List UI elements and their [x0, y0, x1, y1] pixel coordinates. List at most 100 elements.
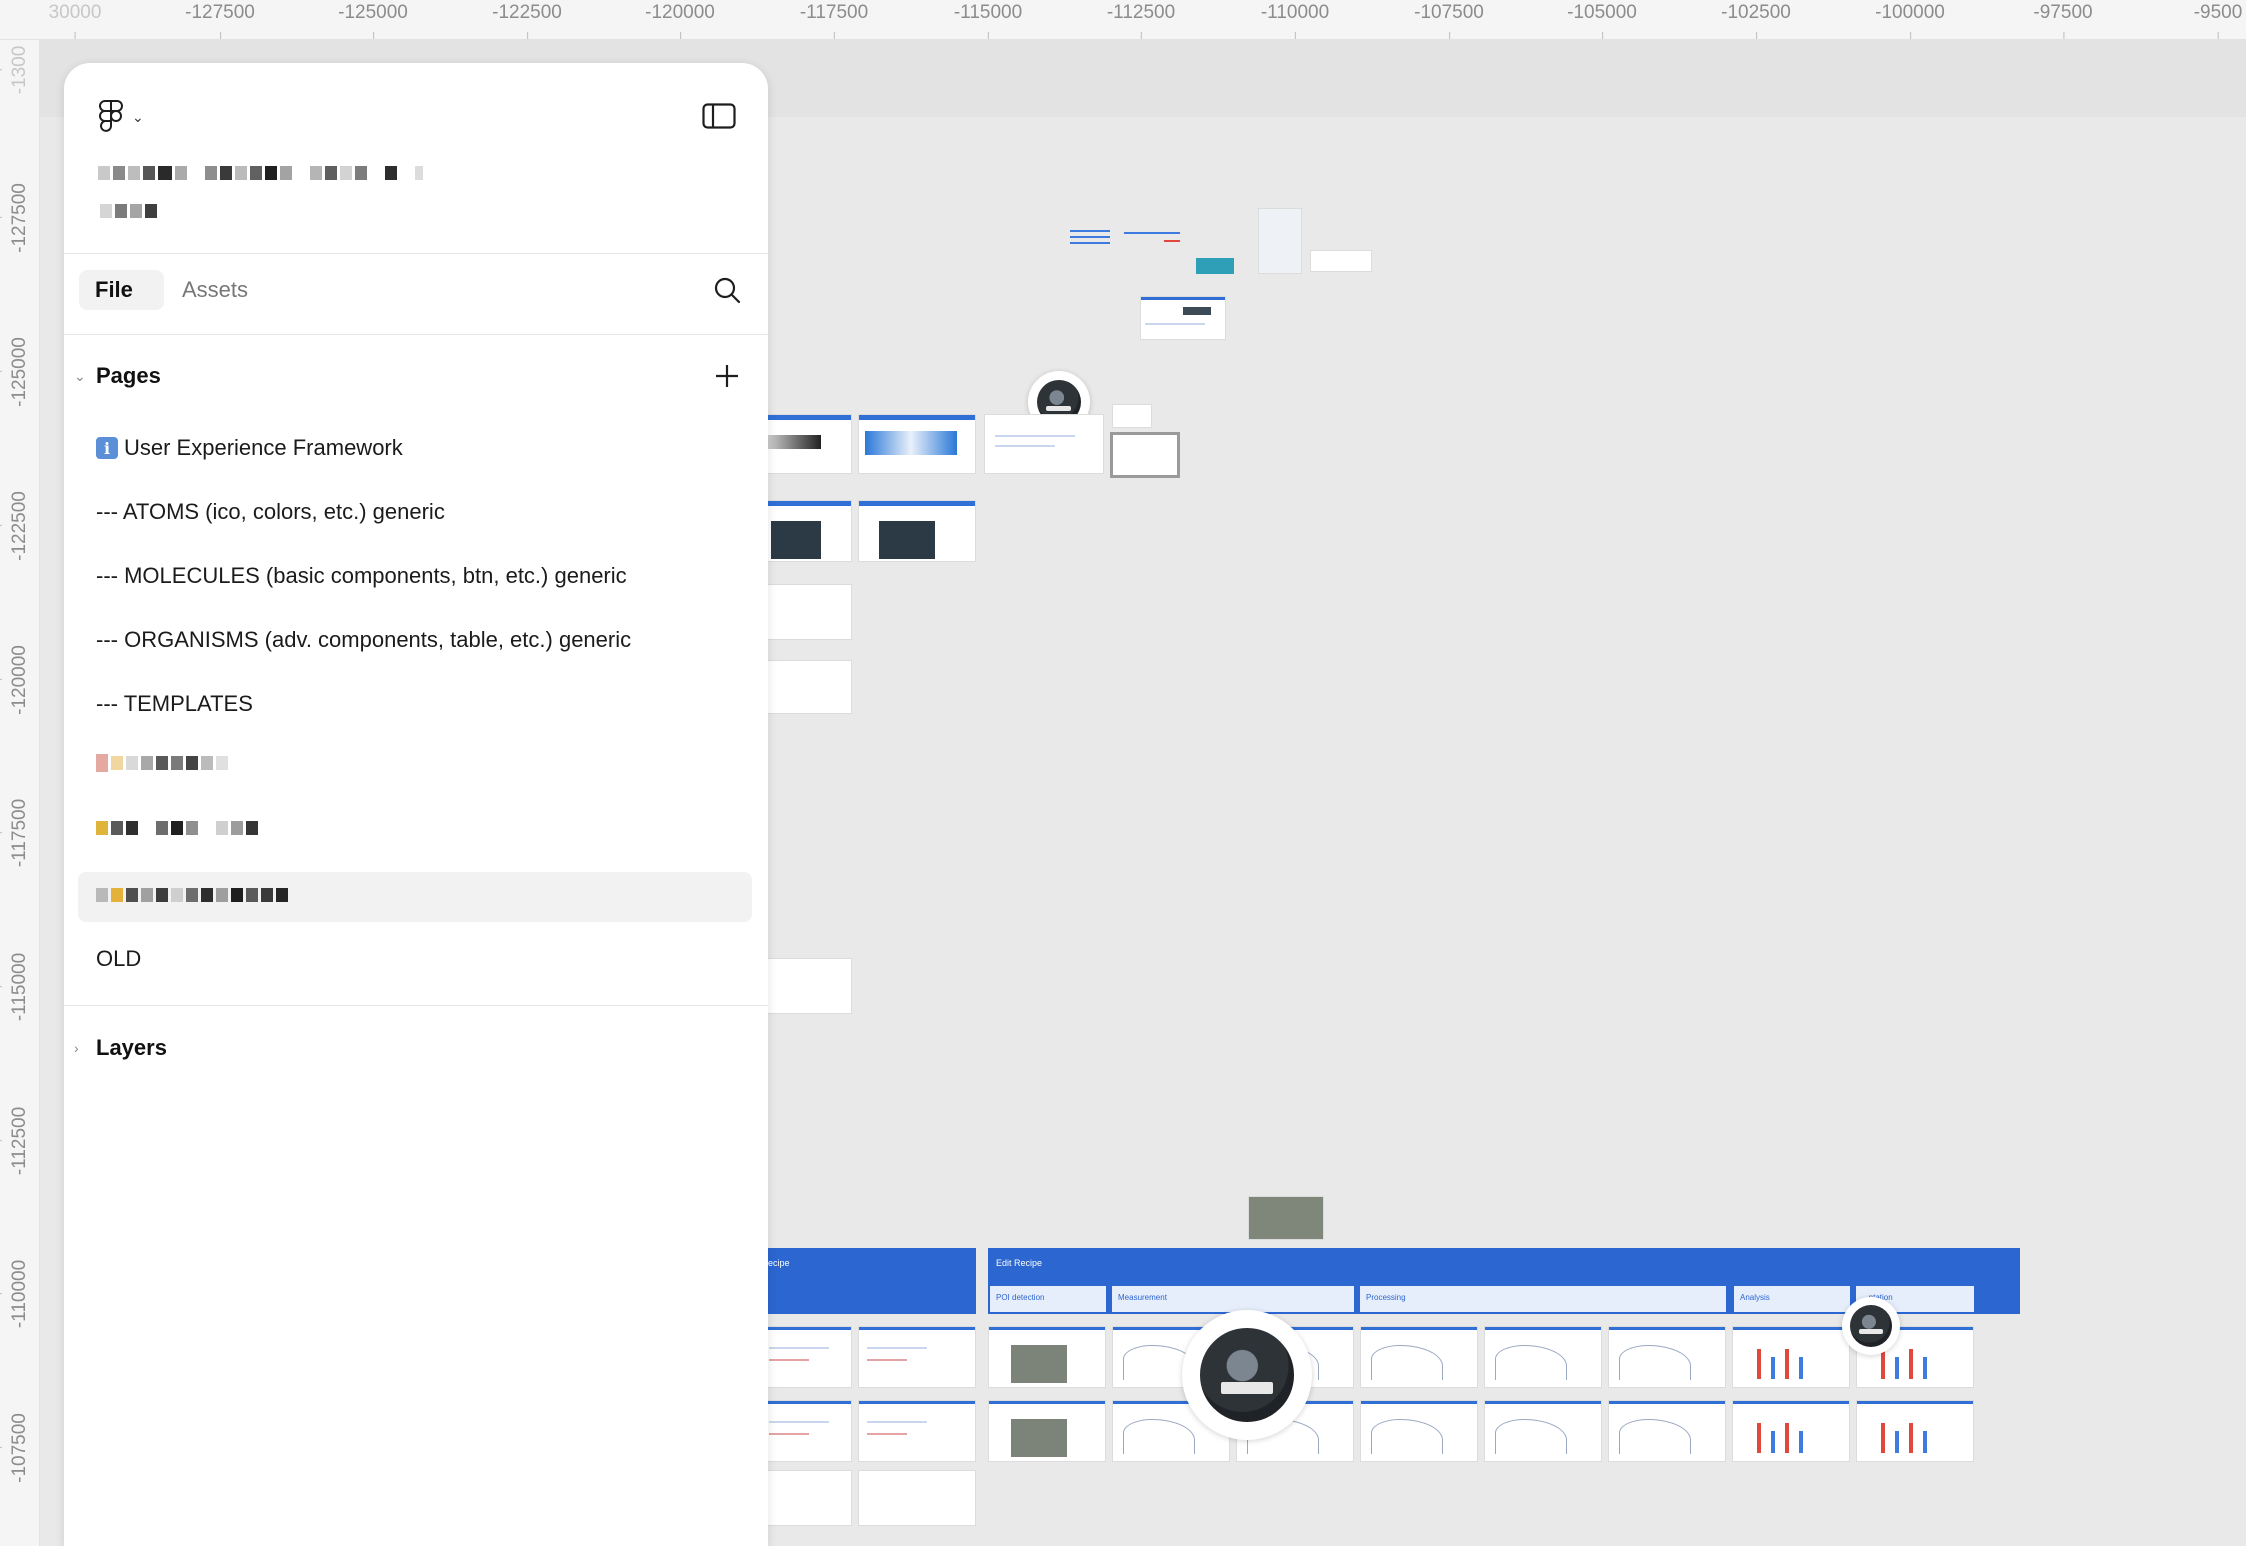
section-band[interactable]: Processing [1360, 1286, 1726, 1312]
section-band[interactable]: POI detection [990, 1286, 1106, 1312]
ruler-tick: -112500 [1106, 2, 1176, 39]
layers-label: Layers [96, 1035, 167, 1060]
layers-section-header[interactable]: › Layers [64, 1028, 768, 1068]
page-item-redacted[interactable] [96, 818, 258, 838]
divider [64, 1005, 768, 1006]
page-label: User Experience Framework [124, 435, 403, 460]
canvas-frame[interactable] [1484, 1326, 1602, 1388]
canvas-frame[interactable] [760, 1400, 852, 1462]
canvas-frame[interactable] [760, 958, 852, 1014]
section-band[interactable]: Analysis [1734, 1286, 1850, 1312]
page-item-redacted-selected[interactable] [96, 885, 288, 905]
page-item-atoms[interactable]: --- ATOMS (ico, colors, etc.) generic [96, 492, 445, 532]
ruler-tick: -107500 [9, 1413, 30, 1483]
chevron-right-icon: › [74, 1040, 79, 1056]
canvas-frame[interactable] [1732, 1326, 1850, 1388]
collaborator-avatar[interactable] [1842, 1297, 1900, 1355]
page-item-user-experience-framework[interactable]: i User Experience Framework [96, 428, 403, 468]
ruler-tick: -120000 [645, 2, 715, 39]
canvas-frame[interactable] [1140, 296, 1226, 340]
canvas-frame[interactable] [1484, 1400, 1602, 1462]
ruler-tick: -1300 [9, 45, 30, 95]
canvas-frame[interactable] [1360, 1400, 1478, 1462]
pages-label: Pages [96, 363, 161, 388]
ruler-tick: -110000 [1260, 2, 1330, 39]
canvas-frame[interactable] [1196, 258, 1234, 274]
ruler-tick: 30000 [48, 2, 102, 39]
ruler-tick: -115000 [9, 952, 30, 1022]
canvas-image[interactable] [1248, 1196, 1324, 1240]
pages-section-header[interactable]: ⌄ Pages [64, 356, 768, 396]
search-icon [714, 277, 741, 304]
page-item-molecules[interactable]: --- MOLECULES (basic components, btn, et… [96, 556, 627, 596]
ruler-tick: -105000 [1567, 2, 1637, 39]
canvas-frame[interactable] [1360, 1326, 1478, 1388]
ruler-tick: -127500 [185, 2, 255, 39]
page-item-redacted[interactable] [96, 753, 228, 773]
ruler-tick: -117500 [9, 798, 30, 868]
chevron-down-icon: ⌄ [132, 108, 144, 125]
main-menu-button[interactable]: ⌄ [98, 95, 160, 139]
canvas-frame[interactable] [760, 1326, 852, 1388]
ruler-tick: -117500 [799, 2, 869, 39]
canvas-frame[interactable] [760, 1470, 852, 1526]
canvas-frame[interactable] [858, 414, 976, 474]
canvas-frame[interactable] [858, 500, 976, 562]
band-title: Edit Recipe [996, 1258, 1043, 1268]
page-item-old[interactable]: OLD [96, 939, 141, 979]
ruler-tick: -127500 [9, 183, 30, 253]
canvas-frame[interactable] [988, 1400, 1106, 1462]
ruler-tick: -9500 [2193, 2, 2243, 39]
ruler-tick: -125000 [338, 2, 408, 39]
left-ruler: -1300 -127500 -125000 -122500 -120000 -1… [0, 40, 40, 1546]
ruler-tick: -125000 [9, 337, 30, 407]
ruler-tick: -100000 [1875, 2, 1945, 39]
canvas-frame[interactable] [858, 1326, 976, 1388]
add-page-button[interactable] [708, 357, 746, 395]
ruler-tick: -110000 [9, 1259, 30, 1329]
ruler-tick: -107500 [1414, 2, 1484, 39]
canvas-frame[interactable] [1856, 1400, 1974, 1462]
ruler-tick: -97500 [2033, 2, 2093, 39]
ruler-tick: -102500 [1721, 2, 1791, 39]
project-name-redacted [100, 201, 157, 221]
info-icon: i [96, 437, 118, 459]
canvas-frame[interactable] [760, 500, 852, 562]
ruler-tick: -122500 [9, 491, 30, 561]
section-band[interactable]: Measurement [1112, 1286, 1354, 1312]
canvas-frame[interactable] [1124, 230, 1182, 250]
collaborator-avatar[interactable] [1182, 1310, 1312, 1440]
band-title: ecipe [768, 1258, 790, 1268]
canvas-frame[interactable] [1258, 208, 1302, 274]
canvas-frame[interactable] [760, 584, 852, 640]
search-button[interactable] [710, 273, 744, 307]
top-ruler: 30000 -127500 -125000 -122500 -120000 -1… [0, 0, 2246, 40]
canvas-frame[interactable] [1112, 404, 1152, 428]
canvas-frame[interactable] [1070, 228, 1114, 250]
file-name-redacted [98, 163, 423, 183]
recipe-band-left[interactable]: ecipe [760, 1248, 976, 1314]
canvas-frame[interactable] [760, 660, 852, 714]
ruler-tick: -120000 [9, 645, 30, 715]
canvas-frame[interactable] [1608, 1326, 1726, 1388]
page-item-templates[interactable]: --- TEMPLATES [96, 684, 253, 724]
canvas-frame[interactable] [760, 414, 852, 474]
canvas-frame[interactable] [1110, 432, 1180, 478]
ruler-tick: -115000 [953, 2, 1023, 39]
ruler-tick: -122500 [492, 2, 562, 39]
tab-file[interactable]: File [79, 270, 164, 310]
divider [64, 334, 768, 335]
figma-logo-icon [99, 100, 123, 132]
sidebar-toggle-button[interactable] [702, 99, 736, 133]
canvas-frame[interactable] [988, 1326, 1106, 1388]
canvas-frame[interactable] [984, 414, 1104, 474]
canvas-frame[interactable] [858, 1400, 976, 1462]
ruler-tick: -112500 [9, 1106, 30, 1176]
canvas-frame[interactable] [1608, 1400, 1726, 1462]
canvas-frame[interactable] [1732, 1400, 1850, 1462]
page-item-organisms[interactable]: --- ORGANISMS (adv. components, table, e… [96, 620, 631, 660]
chevron-down-icon: ⌄ [74, 367, 86, 384]
canvas-frame[interactable] [858, 1470, 976, 1526]
canvas-frame[interactable] [1310, 250, 1372, 272]
tab-assets[interactable]: Assets [166, 270, 264, 310]
